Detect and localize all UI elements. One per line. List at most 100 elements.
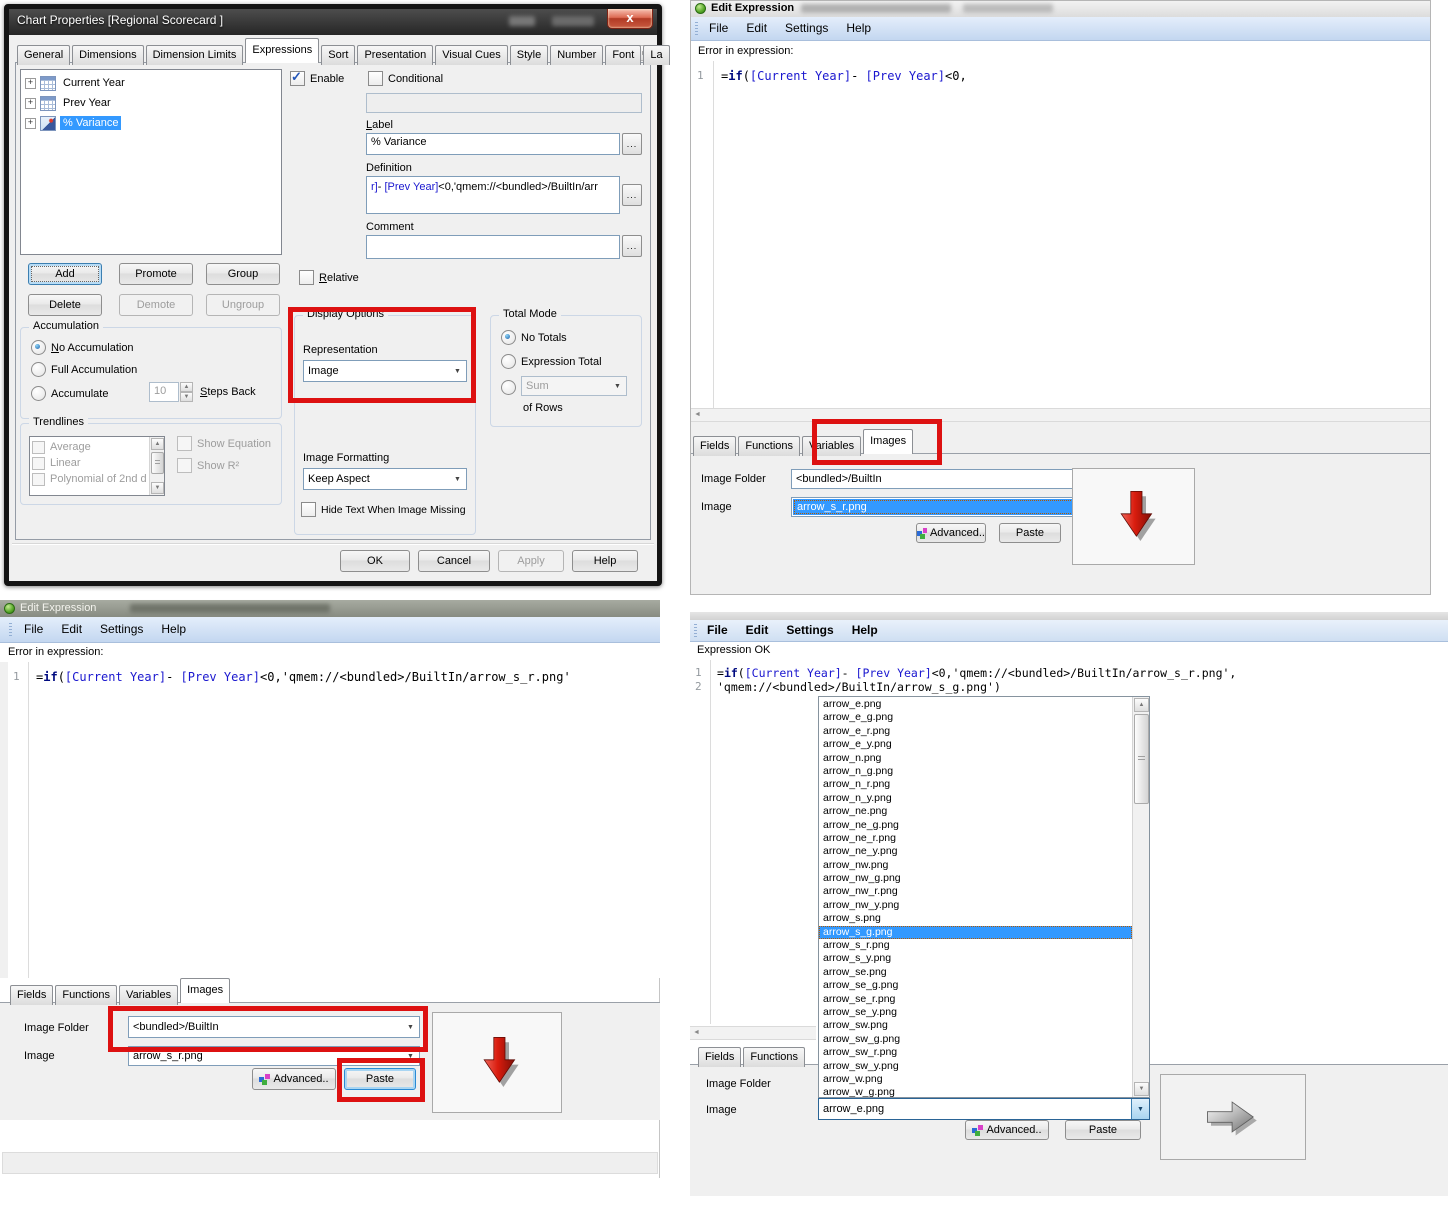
promote-button[interactable]: Promote (119, 263, 193, 285)
list-item-arrow-sw-png[interactable]: arrow_sw.png (819, 1019, 1132, 1032)
comment-input[interactable] (366, 235, 620, 259)
title-bar[interactable]: Chart Properties [Regional Scorecard ] (9, 9, 657, 35)
list-item-arrow-s-r-png[interactable]: arrow_s_r.png (819, 939, 1132, 952)
paste-button[interactable]: Paste (344, 1068, 416, 1090)
expand-icon[interactable]: + (25, 118, 36, 129)
scroll-up-icon[interactable]: ▲ (151, 438, 164, 450)
tab-functions[interactable]: Functions (55, 985, 117, 1005)
list-item-arrow-s-y-png[interactable]: arrow_s_y.png (819, 952, 1132, 965)
label-ellipsis-button[interactable]: ... (622, 133, 642, 155)
dropdown-arrow-icon[interactable]: ▼ (449, 469, 466, 489)
group-button[interactable]: Group (206, 263, 280, 285)
list-item-arrow-w-g-png[interactable]: arrow_w_g.png (819, 1086, 1132, 1098)
radio-icon[interactable] (501, 330, 516, 345)
tree-item-variance[interactable]: +% Variance (21, 113, 281, 133)
checkbox-icon[interactable] (32, 457, 45, 470)
expand-icon[interactable]: + (25, 78, 36, 89)
radio-icon[interactable] (31, 386, 46, 401)
list-item-arrow-nw-r-png[interactable]: arrow_nw_r.png (819, 885, 1132, 898)
apply-button[interactable]: Apply (498, 550, 564, 572)
expression-editor[interactable]: 1 =if([Current Year]- [Prev Year]<0,'qme… (0, 662, 660, 978)
title-bar[interactable]: Edit Expression (691, 1, 1430, 17)
tab-dimension-limits[interactable]: Dimension Limits (146, 45, 244, 65)
advanced-button[interactable]: Advanced.. (965, 1120, 1049, 1140)
list-item-arrow-s-png[interactable]: arrow_s.png (819, 912, 1132, 925)
tab-expressions[interactable]: Expressions (245, 38, 319, 63)
scroll-down-icon[interactable]: ▼ (151, 482, 164, 494)
tab-font[interactable]: Font (605, 45, 641, 65)
tab-la[interactable]: La (643, 45, 669, 65)
spinner-down-icon[interactable]: ▼ (180, 392, 193, 402)
list-item-arrow-ne-r-png[interactable]: arrow_ne_r.png (819, 832, 1132, 845)
show-equation-checkbox[interactable]: Show Equation (177, 436, 271, 451)
scroll-left-icon[interactable]: ◄ (694, 411, 701, 418)
menu-help[interactable]: Help (837, 18, 880, 38)
checkbox-icon[interactable] (32, 441, 45, 454)
list-item-arrow-n-r-png[interactable]: arrow_n_r.png (819, 778, 1132, 791)
list-item-arrow-e-png[interactable]: arrow_e.png (819, 698, 1132, 711)
delete-button[interactable]: Delete (28, 294, 102, 316)
advanced-button[interactable]: Advanced.. (916, 523, 986, 543)
list-item-arrow-se-g-png[interactable]: arrow_se_g.png (819, 979, 1132, 992)
list-item-arrow-sw-r-png[interactable]: arrow_sw_r.png (819, 1046, 1132, 1059)
radio-icon[interactable] (31, 362, 46, 377)
title-bar[interactable]: Edit Expression (0, 600, 660, 617)
expand-icon[interactable]: + (25, 98, 36, 109)
list-item-arrow-n-g-png[interactable]: arrow_n_g.png (819, 765, 1132, 778)
menu-edit[interactable]: Edit (737, 620, 778, 640)
checkbox-icon[interactable] (368, 71, 383, 86)
radio-accumulate[interactable]: Accumulate (31, 386, 108, 401)
list-item-arrow-nw-g-png[interactable]: arrow_nw_g.png (819, 872, 1132, 885)
scrollbar-thumb[interactable] (151, 452, 164, 474)
image-folder-combobox[interactable]: <bundled>/BuiltIn ▼ (128, 1016, 420, 1038)
image-combobox[interactable]: arrow_e.png ▼ (818, 1098, 1150, 1120)
tab-general[interactable]: General (17, 45, 70, 65)
checkbox-icon[interactable] (32, 473, 45, 486)
radio-no-totals[interactable]: No Totals (501, 330, 567, 345)
ungroup-button[interactable]: Ungroup (206, 294, 280, 316)
list-item-arrow-w-png[interactable]: arrow_w.png (819, 1073, 1132, 1086)
trendline-option-average[interactable]: Average (32, 439, 164, 455)
radio-icon[interactable] (31, 340, 46, 355)
tab-functions[interactable]: Functions (738, 436, 800, 456)
close-button[interactable]: x (607, 9, 653, 29)
spinner-up-icon[interactable]: ▲ (180, 382, 193, 392)
list-item-arrow-se-png[interactable]: arrow_se.png (819, 966, 1132, 979)
dropdown-arrow-icon[interactable]: ▼ (609, 377, 626, 395)
tab-visual-cues[interactable]: Visual Cues (435, 45, 508, 65)
list-item-arrow-e-g-png[interactable]: arrow_e_g.png (819, 711, 1132, 724)
radio-full-accumulation[interactable]: Full Accumulation (31, 362, 137, 377)
hide-text-checkbox[interactable]: Hide Text When Image Missing (301, 502, 466, 517)
list-item-arrow-n-y-png[interactable]: arrow_n_y.png (819, 792, 1132, 805)
scroll-up-icon[interactable]: ▲ (1134, 698, 1149, 712)
advanced-button[interactable]: Advanced.. (252, 1068, 336, 1090)
dropdown-arrow-icon[interactable]: ▼ (402, 1017, 419, 1037)
tab-dimensions[interactable]: Dimensions (72, 45, 143, 65)
tab-fields[interactable]: Fields (693, 436, 736, 456)
trendlines-list[interactable]: AverageLinearPolynomial of 2nd d ▲ ▼ (29, 436, 165, 496)
definition-ellipsis-button[interactable]: ... (622, 184, 642, 206)
expression-editor[interactable]: 1 =if([Current Year]- [Prev Year]<0, (691, 61, 1430, 408)
list-item-arrow-sw-g-png[interactable]: arrow_sw_g.png (819, 1033, 1132, 1046)
relative-checkbox[interactable]: Relative (299, 270, 359, 285)
tab-functions[interactable]: Functions (743, 1047, 805, 1067)
list-item-arrow-nw-png[interactable]: arrow_nw.png (819, 859, 1132, 872)
scroll-left-icon[interactable]: ◄ (693, 1029, 700, 1036)
tab-number[interactable]: Number (550, 45, 603, 65)
radio-aggregate-total[interactable] (501, 380, 516, 395)
list-item-arrow-e-r-png[interactable]: arrow_e_r.png (819, 725, 1132, 738)
trendline-option-polynomial-of-2nd-d[interactable]: Polynomial of 2nd d (32, 471, 164, 487)
tab-fields[interactable]: Fields (698, 1047, 741, 1067)
menu-file[interactable]: File (15, 619, 52, 639)
list-item-arrow-se-y-png[interactable]: arrow_se_y.png (819, 1006, 1132, 1019)
radio-expression-total[interactable]: Expression Total (501, 354, 602, 369)
help-button[interactable]: Help (572, 550, 638, 572)
conditional-input[interactable] (366, 93, 642, 113)
checkbox-icon[interactable] (301, 502, 316, 517)
comment-ellipsis-button[interactable]: ... (622, 235, 642, 257)
image-dropdown-list[interactable]: arrow_e.pngarrow_e_g.pngarrow_e_r.pngarr… (818, 696, 1150, 1098)
tree-item-prev-year[interactable]: +Prev Year (21, 93, 281, 113)
list-item-arrow-ne-y-png[interactable]: arrow_ne_y.png (819, 845, 1132, 858)
menu-help[interactable]: Help (152, 619, 195, 639)
tab-variables[interactable]: Variables (119, 985, 178, 1005)
